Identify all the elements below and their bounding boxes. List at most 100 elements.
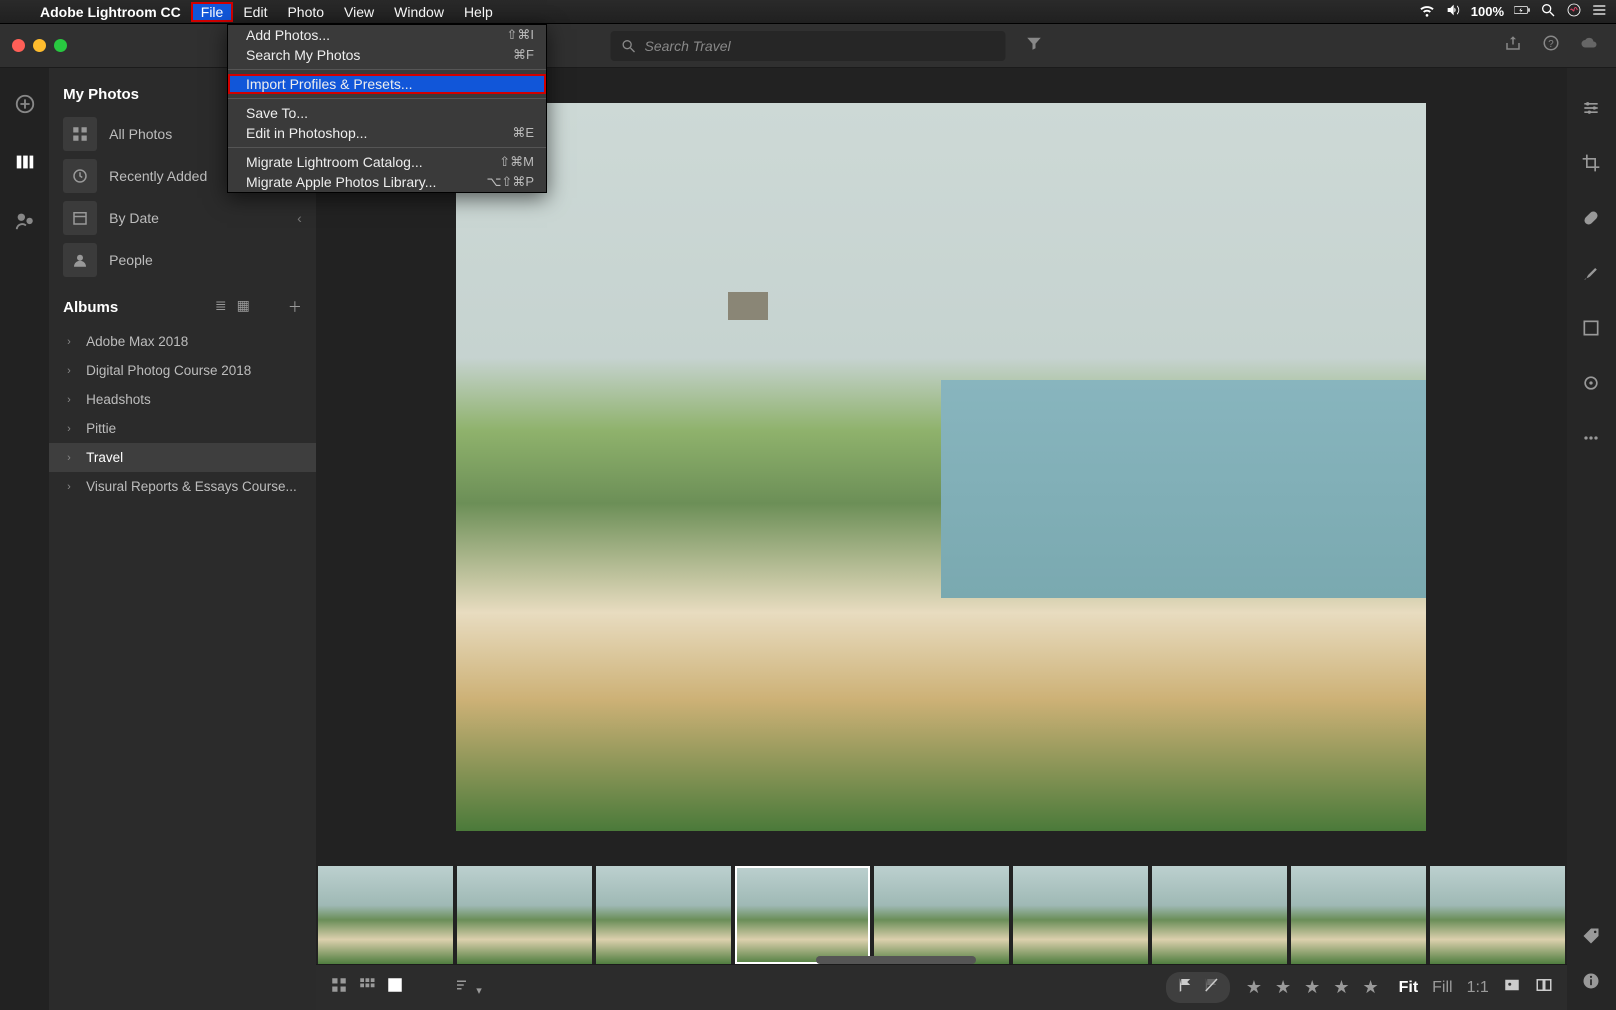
- album-label: Travel: [86, 450, 123, 465]
- volume-icon[interactable]: [1445, 2, 1461, 21]
- chevron-left-icon: ‹: [297, 210, 302, 226]
- center-panel: ▾ ★ ★ ★ ★ ★ Fit Fill 1:1: [316, 68, 1567, 1010]
- mac-menubar: Adobe Lightroom CC File Edit Photo View …: [0, 0, 1616, 24]
- menu-separator: [228, 98, 546, 99]
- rating-stars[interactable]: ★ ★ ★ ★ ★: [1246, 977, 1383, 998]
- menuitem-add-photos[interactable]: Add Photos...⇧⌘I: [228, 25, 546, 45]
- radial-gradient-icon[interactable]: [1581, 373, 1601, 398]
- sidebar-people[interactable]: People: [49, 239, 316, 281]
- sharing-tab[interactable]: [13, 208, 37, 232]
- svg-text:?: ?: [1548, 39, 1554, 50]
- menuitem-save-to[interactable]: Save To...: [228, 103, 546, 123]
- filmstrip-scrollbar[interactable]: [816, 956, 976, 964]
- menuitem-search-my-photos[interactable]: Search My Photos⌘F: [228, 45, 546, 65]
- album-item[interactable]: ›Pittie: [49, 414, 316, 443]
- filmstrip-thumb[interactable]: [596, 866, 731, 964]
- menuitem-edit-in-photoshop[interactable]: Edit in Photoshop...⌘E: [228, 123, 546, 143]
- info-icon[interactable]: [1581, 971, 1601, 996]
- bottom-toolbar: ▾ ★ ★ ★ ★ ★ Fit Fill 1:1: [316, 964, 1567, 1010]
- album-item[interactable]: ›Visural Reports & Essays Course...: [49, 472, 316, 501]
- spotlight-icon[interactable]: [1540, 2, 1556, 21]
- menuitem-import-profiles-presets[interactable]: Import Profiles & Presets...: [228, 74, 546, 94]
- sidebar-item-label: All Photos: [109, 126, 172, 142]
- zoom-fit[interactable]: Fit: [1399, 979, 1419, 997]
- app-name[interactable]: Adobe Lightroom CC: [30, 4, 191, 20]
- menu-edit[interactable]: Edit: [233, 2, 277, 22]
- albums-title: Albums: [63, 299, 118, 316]
- healing-icon[interactable]: [1581, 208, 1601, 233]
- album-item[interactable]: ›Digital Photog Course 2018: [49, 356, 316, 385]
- album-item-selected[interactable]: › Travel: [49, 443, 316, 472]
- share-button[interactable]: [1504, 34, 1522, 57]
- flag-pick-button[interactable]: [1176, 976, 1194, 999]
- main-photo: [456, 103, 1426, 831]
- window-minimize-button[interactable]: [33, 39, 46, 52]
- filmstrip-thumb[interactable]: [874, 866, 1009, 964]
- show-original-button[interactable]: [1503, 976, 1521, 999]
- edit-sliders-icon[interactable]: [1581, 98, 1601, 123]
- sidebar: My Photos All Photos Recently Added By D…: [49, 68, 316, 1010]
- album-view-grid-icon[interactable]: ▦: [237, 297, 250, 317]
- more-tools-icon[interactable]: [1581, 428, 1601, 453]
- battery-percent: 100%: [1471, 4, 1504, 19]
- filter-button[interactable]: [1020, 34, 1048, 57]
- chevron-right-icon: ›: [67, 452, 78, 464]
- album-label: Adobe Max 2018: [86, 334, 188, 349]
- cloud-sync-icon[interactable]: [1580, 34, 1598, 57]
- album-label: Pittie: [86, 421, 116, 436]
- menu-window[interactable]: Window: [384, 2, 454, 22]
- sidebar-by-date[interactable]: By Date ‹: [49, 197, 316, 239]
- sidebar-item-label: By Date: [109, 210, 159, 226]
- chevron-right-icon: ›: [67, 394, 78, 406]
- brush-icon[interactable]: [1581, 263, 1601, 288]
- menu-separator: [228, 147, 546, 148]
- traffic-lights: [0, 39, 67, 52]
- calendar-icon: [63, 201, 97, 235]
- album-view-list-icon[interactable]: ≣: [215, 297, 227, 317]
- filmstrip-thumb[interactable]: [318, 866, 453, 964]
- linear-gradient-icon[interactable]: [1581, 318, 1601, 343]
- compare-button[interactable]: [1535, 976, 1553, 999]
- battery-charging-icon[interactable]: [1514, 2, 1530, 21]
- filmstrip-thumb-selected[interactable]: [735, 866, 870, 964]
- menuitem-migrate-lightroom-catalog[interactable]: Migrate Lightroom Catalog...⇧⌘M: [228, 152, 546, 172]
- filmstrip-thumb[interactable]: [1291, 866, 1426, 964]
- window-zoom-button[interactable]: [54, 39, 67, 52]
- zoom-1to1[interactable]: 1:1: [1467, 979, 1489, 997]
- filmstrip-thumb[interactable]: [1152, 866, 1287, 964]
- search-box[interactable]: Search Travel: [611, 31, 1006, 61]
- filmstrip-thumb[interactable]: [1430, 866, 1565, 964]
- menu-help[interactable]: Help: [454, 2, 503, 22]
- filmstrip[interactable]: [316, 866, 1567, 964]
- help-button[interactable]: ?: [1542, 34, 1560, 57]
- album-item[interactable]: › Adobe Max 2018: [49, 327, 316, 356]
- grid-icon: [63, 117, 97, 151]
- crop-icon[interactable]: [1581, 153, 1601, 178]
- menu-view[interactable]: View: [334, 2, 384, 22]
- filmstrip-thumb[interactable]: [1013, 866, 1148, 964]
- siri-icon[interactable]: [1566, 2, 1582, 21]
- detail-view-button[interactable]: [386, 976, 404, 999]
- notification-center-icon[interactable]: [1592, 2, 1608, 21]
- add-photos-button[interactable]: [13, 92, 37, 116]
- my-photos-tab[interactable]: [13, 150, 37, 174]
- flag-reject-button[interactable]: [1202, 976, 1220, 999]
- sort-button[interactable]: ▾: [454, 976, 482, 999]
- menu-photo[interactable]: Photo: [277, 2, 334, 22]
- add-album-button[interactable]: ＋: [288, 297, 302, 317]
- filmstrip-thumb[interactable]: [457, 866, 592, 964]
- window-close-button[interactable]: [12, 39, 25, 52]
- search-icon: [621, 38, 637, 54]
- right-tool-rail: [1567, 68, 1616, 1010]
- clock-icon: [63, 159, 97, 193]
- keywords-tag-icon[interactable]: [1581, 926, 1601, 951]
- menuitem-migrate-apple-photos[interactable]: Migrate Apple Photos Library...⌥⇧⌘P: [228, 172, 546, 192]
- zoom-fill[interactable]: Fill: [1432, 979, 1452, 997]
- grid-view-button[interactable]: [330, 976, 348, 999]
- wifi-icon[interactable]: [1419, 2, 1435, 21]
- menu-file[interactable]: File: [191, 2, 234, 22]
- chevron-right-icon: ›: [67, 336, 78, 348]
- album-item[interactable]: ›Headshots: [49, 385, 316, 414]
- flag-pill: [1166, 972, 1230, 1003]
- square-grid-view-button[interactable]: [358, 976, 376, 999]
